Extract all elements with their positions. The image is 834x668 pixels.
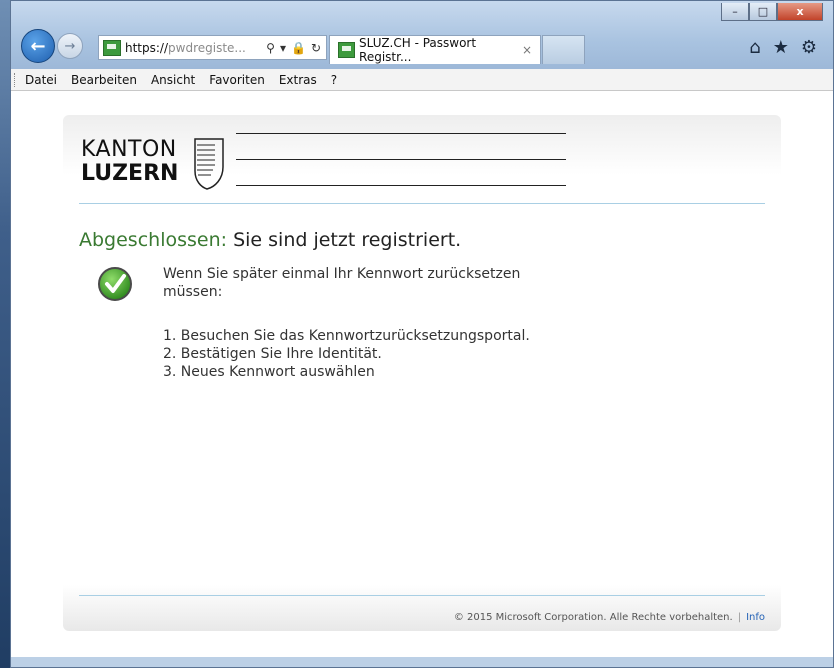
tab-site-icon [338,42,356,58]
star-icon[interactable]: ★ [773,37,789,58]
logo-line-3 [236,185,566,186]
steps-list: 1. Besuchen Sie das Kennwortzurücksetzun… [163,327,530,381]
browser-toolbar-icons: ⌂ ★ ⚙ [749,37,817,58]
footer-separator: | [737,612,742,623]
home-icon[interactable]: ⌂ [749,37,760,58]
footer-divider [79,595,765,596]
logo-kanton-text: KANTON [81,137,177,162]
page-content: KANTON LUZERN Abgeschlossen: Sie sind je… [11,91,833,657]
close-window-button[interactable]: x [777,3,823,21]
browser-tab-active[interactable]: SLUZ.CH - Passwort Registr... × [329,35,541,64]
info-message: Wenn Sie später einmal Ihr Kennwort zurü… [163,266,521,300]
address-scheme: https:// [125,40,169,55]
refresh-icon[interactable]: ↻ [311,41,321,55]
back-button[interactable]: ← [21,29,55,63]
address-host: pwdregiste... [168,40,246,55]
status-label: Abgeschlossen: [79,229,228,251]
gear-icon[interactable]: ⚙ [801,37,817,58]
lock-icon[interactable]: 🔒 [291,41,306,55]
list-item: 1. Besuchen Sie das Kennwortzurücksetzun… [163,328,530,344]
menu-bearbeiten[interactable]: Bearbeiten [64,73,144,87]
site-icon [103,39,121,56]
forward-button[interactable]: → [57,33,83,59]
footer: © 2015 Microsoft Corporation. Alle Recht… [454,612,765,623]
arrow-right-icon: → [64,38,76,54]
copyright-text: © 2015 Microsoft Corporation. Alle Recht… [453,612,733,623]
menu-ansicht[interactable]: Ansicht [144,73,202,87]
logo-line-2 [236,159,566,160]
coat-of-arms-icon [194,138,224,190]
menu-datei[interactable]: Datei [18,73,64,87]
status-text: Sie sind jetzt registriert. [233,229,462,251]
tab-title: SLUZ.CH - Passwort Registr... [359,36,477,64]
title-bar: – □ x ← → https://pwdregiste... ⚲ ▾ 🔒 ↻ … [11,1,833,69]
info-link[interactable]: Info [746,612,765,623]
kanton-luzern-logo: KANTON LUZERN [81,133,601,193]
arrow-left-icon: ← [30,35,46,57]
page-title: Abgeschlossen: Sie sind jetzt registrier… [79,229,461,251]
menu-favoriten[interactable]: Favoriten [202,73,272,87]
checkmark-icon [98,267,132,301]
chevron-down-icon[interactable]: ▾ [280,41,286,55]
menu-bar: Datei Bearbeiten Ansicht Favoriten Extra… [11,69,833,91]
tab-close-icon[interactable]: × [522,43,532,57]
header-divider [79,203,765,204]
maximize-button[interactable]: □ [749,3,777,21]
logo-luzern-text: LUZERN [81,161,179,186]
window-controls: – □ x [721,3,823,21]
minimize-button[interactable]: – [721,3,749,21]
list-item: 3. Neues Kennwort auswählen [163,364,375,380]
address-tools: ⚲ ▾ 🔒 ↻ [266,41,326,55]
menu-help[interactable]: ? [324,73,344,87]
registration-card: KANTON LUZERN Abgeschlossen: Sie sind je… [63,115,781,631]
logo-line-1 [236,133,566,134]
menu-extras[interactable]: Extras [272,73,324,87]
address-bar[interactable]: https://pwdregiste... ⚲ ▾ 🔒 ↻ [98,35,327,60]
list-item: 2. Bestätigen Sie Ihre Identität. [163,346,382,362]
search-icon[interactable]: ⚲ [266,41,275,55]
browser-window: – □ x ← → https://pwdregiste... ⚲ ▾ 🔒 ↻ … [10,0,834,668]
new-tab-button[interactable] [542,35,585,64]
navigation-buttons: ← → [21,29,83,63]
